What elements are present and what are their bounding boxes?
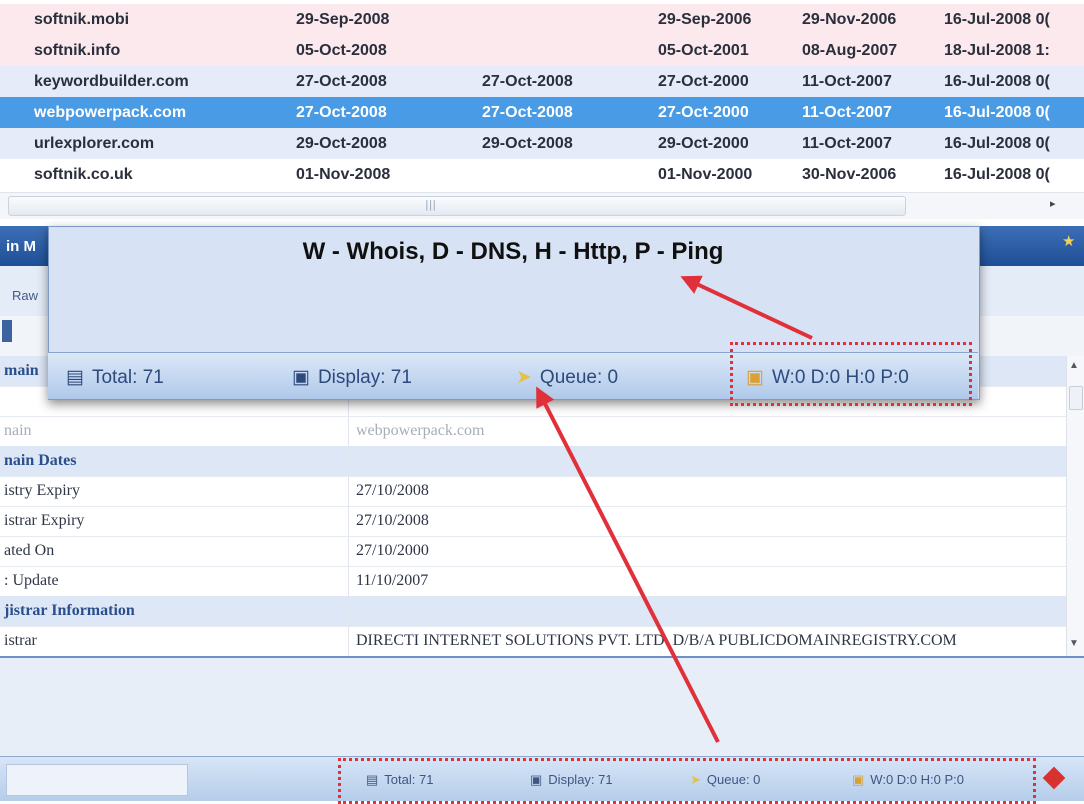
category-row[interactable]: jistrar Information	[0, 596, 1066, 627]
date-cell: 29-Oct-2000	[658, 135, 749, 152]
category-label: jistrar Information	[4, 602, 135, 619]
property-key: nain	[4, 422, 32, 439]
scroll-right-icon[interactable]: ▸	[1050, 197, 1056, 210]
property-row[interactable]: ated On 27/10/2000	[0, 536, 1066, 567]
date-cell: 16-Jul-2008 0(	[944, 166, 1050, 183]
date-cell: 05-Oct-2001	[658, 42, 749, 59]
date-cell: 27-Oct-2008	[482, 73, 573, 90]
panel-title: in M	[6, 238, 36, 255]
list-icon: ▤	[66, 367, 84, 388]
date-cell: 05-Oct-2008	[296, 42, 387, 59]
date-cell: 11-Oct-2007	[802, 73, 892, 90]
scrollbar-thumb[interactable]	[1069, 386, 1083, 410]
popup-queue: ➤ Queue: 0	[516, 366, 618, 389]
property-row[interactable]: nain webpowerpack.com	[0, 416, 1066, 447]
monitor-icon: ▣	[292, 367, 310, 388]
domain-cell: softnik.co.uk	[34, 166, 133, 183]
property-value: 11/10/2007	[356, 572, 429, 589]
date-cell: 30-Nov-2006	[802, 166, 897, 183]
date-cell: 18-Jul-2008 1:	[944, 42, 1050, 59]
domain-cell: keywordbuilder.com	[34, 73, 189, 90]
popup-display-label: Display: 71	[317, 367, 412, 388]
popup-total: ▤ Total: 71	[66, 366, 164, 389]
popup-total-label: Total: 71	[91, 367, 164, 388]
property-value: 27/10/2008	[356, 512, 429, 529]
scrollbar-thumb[interactable]	[8, 196, 906, 216]
grid-row[interactable]: softnik.mobi 29-Sep-2008 29-Sep-2006 29-…	[0, 4, 1084, 35]
date-cell: 29-Oct-2008	[296, 135, 387, 152]
domain-cell: webpowerpack.com	[34, 104, 187, 121]
lower-panel	[0, 656, 1084, 758]
grid-row[interactable]: softnik.info 05-Oct-2008 05-Oct-2001 08-…	[0, 35, 1084, 66]
property-row[interactable]: istry Expiry 27/10/2008	[0, 476, 1066, 507]
property-key: ated On	[4, 542, 55, 559]
date-cell: 27-Oct-2008	[296, 73, 387, 90]
column-divider	[348, 356, 349, 656]
highlight-box	[730, 342, 972, 406]
date-cell: 29-Nov-2006	[802, 11, 897, 28]
arrow-right-icon: ➤	[516, 367, 532, 388]
date-cell: 01-Nov-2008	[296, 166, 391, 183]
category-row[interactable]: nain Dates	[0, 446, 1066, 477]
domain-cell: softnik.mobi	[34, 11, 130, 28]
domain-cell: urlexplorer.com	[34, 135, 155, 152]
property-value: webpowerpack.com	[356, 422, 485, 439]
date-cell: 27-Oct-2000	[658, 104, 749, 121]
scroll-up-icon[interactable]: ▲	[1069, 360, 1079, 371]
date-cell: 16-Jul-2008 0(	[944, 11, 1050, 28]
grid-row-selected[interactable]: webpowerpack.com 27-Oct-2008 27-Oct-2008…	[0, 97, 1084, 128]
property-key: istrar	[4, 632, 37, 649]
pin-icon[interactable]: ★	[1062, 232, 1075, 250]
date-cell: 08-Aug-2007	[802, 42, 898, 59]
status-input[interactable]	[6, 764, 188, 796]
date-cell: 27-Oct-2008	[296, 104, 387, 121]
property-value: 27/10/2008	[356, 482, 429, 499]
date-cell: 11-Oct-2007	[802, 135, 892, 152]
date-cell: 16-Jul-2008 0(	[944, 135, 1050, 152]
property-key: main	[4, 362, 39, 379]
date-cell: 01-Nov-2000	[658, 166, 753, 183]
scroll-down-icon[interactable]: ▼	[1069, 638, 1079, 649]
legend-text: W - Whois, D - DNS, H - Http, P - Ping	[302, 238, 724, 265]
date-cell: 11-Oct-2007	[802, 104, 892, 121]
property-row[interactable]: : Update 11/10/2007	[0, 566, 1066, 597]
category-label: nain Dates	[4, 452, 77, 469]
toolbar-icon[interactable]	[2, 320, 12, 342]
date-cell: 16-Jul-2008 0(	[944, 104, 1050, 121]
tab-raw[interactable]: Raw	[12, 288, 38, 303]
popup-display: ▣ Display: 71	[292, 366, 412, 389]
property-value: 27/10/2000	[356, 542, 429, 559]
date-cell: 27-Oct-2000	[658, 73, 749, 90]
date-cell: 29-Sep-2006	[658, 11, 752, 28]
property-key: istrar Expiry	[4, 512, 85, 529]
grid-row[interactable]: keywordbuilder.com 27-Oct-2008 27-Oct-20…	[0, 66, 1084, 97]
property-row[interactable]: istrar Expiry 27/10/2008	[0, 506, 1066, 537]
date-cell: 29-Sep-2008	[296, 11, 390, 28]
grid-row[interactable]: softnik.co.uk 01-Nov-2008 01-Nov-2000 30…	[0, 159, 1084, 190]
property-key: : Update	[4, 572, 59, 589]
property-key: istry Expiry	[4, 482, 80, 499]
popup-queue-label: Queue: 0	[539, 367, 619, 388]
property-row[interactable]: istrar DIRECTI INTERNET SOLUTIONS PVT. L…	[0, 626, 1066, 657]
highlight-box	[338, 758, 1036, 804]
domain-cell: softnik.info	[34, 42, 121, 59]
property-value: DIRECTI INTERNET SOLUTIONS PVT. LTD. D/B…	[356, 632, 957, 649]
date-cell: 16-Jul-2008 0(	[944, 73, 1050, 90]
grid-row[interactable]: urlexplorer.com 29-Oct-2008 29-Oct-2008 …	[0, 128, 1084, 159]
grip-icon: |||	[425, 198, 437, 211]
date-cell: 27-Oct-2008	[482, 104, 573, 121]
date-cell: 29-Oct-2008	[482, 135, 573, 152]
domain-grid: softnik.mobi 29-Sep-2008 29-Sep-2006 29-…	[0, 0, 1084, 192]
